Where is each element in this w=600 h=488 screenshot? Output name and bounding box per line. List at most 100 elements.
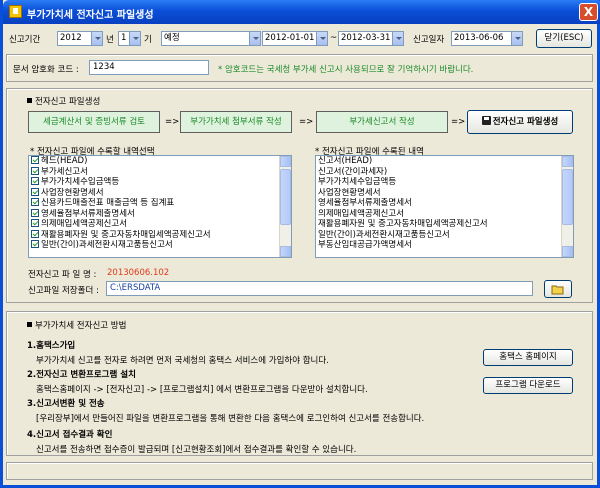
start-date-picker[interactable]: 2012-01-01 xyxy=(262,31,328,46)
include-items-list[interactable]: 헤드(HEAD) 부가세신고서 부가가치세수입금액등 사업장현황명세서 신용카드매출전표… xyxy=(28,155,292,258)
step-attach-docs[interactable]: 부가가치세 첨부서류 작성 xyxy=(180,111,292,133)
checkbox-checked-icon[interactable] xyxy=(31,208,39,217)
folder-icon xyxy=(551,285,564,295)
end-date-picker[interactable]: 2012-03-31 xyxy=(338,31,404,46)
list-item[interactable]: 신용카드매출전표 매출금액 등 집계표 xyxy=(29,198,291,209)
checkbox-checked-icon[interactable] xyxy=(31,198,39,206)
password-input[interactable]: 1234 xyxy=(89,60,209,75)
password-label: 문서 암호화 코드 : xyxy=(13,65,79,75)
list-item[interactable]: 의제매입세액공제신고서 xyxy=(29,219,291,230)
list-item[interactable]: 부가세신고서 xyxy=(29,166,291,178)
step-arrow: => xyxy=(165,117,180,127)
browse-folder-button[interactable] xyxy=(544,280,572,298)
list-item-label: 사업장현황명세서 xyxy=(41,187,104,198)
list-item[interactable]: 헤드(HEAD) xyxy=(29,156,291,167)
period-label: 신고기간 xyxy=(9,35,41,45)
chevron-down-icon xyxy=(316,32,327,45)
step-write-return[interactable]: 부가세신고서 작성 xyxy=(316,111,448,133)
list-item[interactable]: 일반(간이)과세전환시재고품등신고서 xyxy=(29,240,291,251)
term-unit: 기 xyxy=(144,35,152,45)
list-item[interactable]: 부가가치세수입금액등 xyxy=(29,177,291,188)
scroll-up-icon[interactable] xyxy=(562,156,573,167)
term-select[interactable]: 1 xyxy=(118,31,141,46)
scroll-thumb[interactable] xyxy=(280,169,291,225)
create-section-title: 전자신고 파일생성 xyxy=(27,95,100,107)
list-item[interactable]: 부가가치세수입금액등 xyxy=(316,177,573,188)
folder-label: 신고파일 저장폴더 : xyxy=(28,286,99,296)
list-item[interactable]: 의제매입세액공제신고서 xyxy=(316,209,573,220)
list-item-label: 부가세신고서 xyxy=(41,166,88,177)
chevron-down-icon xyxy=(129,32,140,45)
guide-step-desc: [우리장부]에서 만들어진 파일을 변환프로그램을 통해 변환한 다음 홈택스에… xyxy=(36,414,425,424)
main-window: 부가가치세 전자신고 파일생성 X 신고기간 2012 년 1 기 예정 201… xyxy=(0,0,600,488)
app-icon xyxy=(9,5,22,18)
checkbox-checked-icon[interactable] xyxy=(31,187,39,196)
hometax-homepage-button[interactable]: 홈택스 홈페이지 xyxy=(483,349,573,366)
list-item-label: 일반(간이)과세전환시재고품등신고서 xyxy=(41,240,173,250)
year-select[interactable]: 2012 xyxy=(57,31,103,46)
bullet-icon xyxy=(27,322,32,327)
window-title: 부가가치세 전자신고 파일생성 xyxy=(27,10,154,21)
chevron-down-icon xyxy=(249,32,260,45)
report-date-picker[interactable]: 2013-06-06 xyxy=(451,31,523,46)
list-item-label: 헤드(HEAD) xyxy=(41,156,88,166)
list-item-label: 재활용폐자원 및 중고자동차매입세액공제신고서 xyxy=(41,229,211,240)
folder-input[interactable]: C:\ERSDATA xyxy=(106,281,533,296)
guide-step-heading: 2.전자신고 변환프로그램 설치 xyxy=(27,370,136,380)
guide-step-desc: 신고서를 전송하면 접수증이 발급되며 [신고현황조회]에서 접수결과를 확인할… xyxy=(36,445,357,455)
list-item[interactable]: 신고서(간이과세자) xyxy=(316,167,573,178)
checkbox-checked-icon[interactable] xyxy=(31,219,39,227)
create-file-button[interactable]: 전자신고 파일생성 xyxy=(467,110,573,134)
report-date-label: 신고일자 xyxy=(413,35,445,45)
close-icon[interactable]: X xyxy=(579,3,598,21)
step-arrow: => xyxy=(299,117,314,127)
checkbox-checked-icon[interactable] xyxy=(31,240,39,248)
close-esc-button[interactable]: 닫기(ESC) xyxy=(536,29,592,48)
year-unit: 년 xyxy=(106,35,114,45)
list-item[interactable]: 사업장현황명세서 xyxy=(29,187,291,199)
program-download-button[interactable]: 프로그램 다운로드 xyxy=(483,377,573,394)
file-name-label: 전자신고 파 일 명 : xyxy=(28,270,97,280)
checkbox-checked-icon[interactable] xyxy=(31,229,39,238)
step-arrow: => xyxy=(451,117,466,127)
type-select[interactable]: 예정 xyxy=(161,31,261,46)
chevron-down-icon xyxy=(392,32,403,45)
list-item-label: 신용카드매출전표 매출금액 등 집계표 xyxy=(41,198,175,208)
title-bar: 부가가치세 전자신고 파일생성 X xyxy=(3,0,600,24)
guide-title: 부가가치세 전자신고 방법 xyxy=(27,319,126,331)
list-item[interactable]: 일반(간이)과세전환시재고품등신고서 xyxy=(316,230,573,241)
checkbox-checked-icon[interactable] xyxy=(31,156,39,164)
guide-step-heading: 3.신고서변환 및 전송 xyxy=(27,399,105,409)
list-item[interactable]: 신고서(HEAD) xyxy=(316,156,573,167)
guide-step-desc: 부가가치세 신고를 전자로 하려면 먼저 국세청의 홈택스 서비스에 가입하야 … xyxy=(36,356,329,366)
list-item-label: 부가가치세수입금액등 xyxy=(41,177,120,187)
scroll-down-icon[interactable] xyxy=(562,246,573,257)
list-item[interactable]: 재활용폐자원 및 중고자동차매입세액공제신고서 xyxy=(316,219,573,230)
file-name-value: 20130606.102 xyxy=(107,268,170,278)
status-bar xyxy=(6,462,593,480)
chevron-down-icon xyxy=(91,32,102,45)
bullet-icon xyxy=(27,98,32,103)
save-disk-icon xyxy=(481,116,491,125)
list-item[interactable]: 재활용폐자원 및 중고자동차매입세액공제신고서 xyxy=(29,229,291,241)
list-item[interactable]: 영세율첨부서류제출명세서 xyxy=(316,198,573,209)
scroll-up-icon[interactable] xyxy=(280,156,291,167)
included-items-list[interactable]: 신고서(HEAD) 신고서(간이과세자) 부가가치세수입금액등 사업장현황명세서 영세율… xyxy=(315,155,574,258)
scrollbar[interactable] xyxy=(279,156,291,257)
checkbox-checked-icon[interactable] xyxy=(31,177,39,185)
date-separator: ~ xyxy=(330,33,338,43)
scrollbar[interactable] xyxy=(561,156,573,257)
guide-step-heading: 1.홈택스가입 xyxy=(27,341,76,351)
list-item-label: 영세율첨부서류제출명세서 xyxy=(41,208,135,219)
list-item-label: 의제매입세액공제신고서 xyxy=(41,219,128,229)
chevron-down-icon xyxy=(511,32,522,45)
list-item[interactable]: 사업장현황명세서 xyxy=(316,188,573,199)
guide-step-heading: 4.신고서 접수결과 확인 xyxy=(27,430,113,440)
scroll-thumb[interactable] xyxy=(562,169,573,225)
scroll-down-icon[interactable] xyxy=(280,246,291,257)
checkbox-checked-icon[interactable] xyxy=(31,166,39,175)
step-review-docs[interactable]: 세금계산서 및 증빙서류 검토 xyxy=(28,111,160,133)
password-hint: * 암호코드는 국세청 부가세 신고시 사용되므로 잘 기억하시기 바랍니다. xyxy=(218,65,474,75)
list-item[interactable]: 부동산임대공급가액명세서 xyxy=(316,240,573,251)
list-item[interactable]: 영세율첨부서류제출명세서 xyxy=(29,208,291,220)
